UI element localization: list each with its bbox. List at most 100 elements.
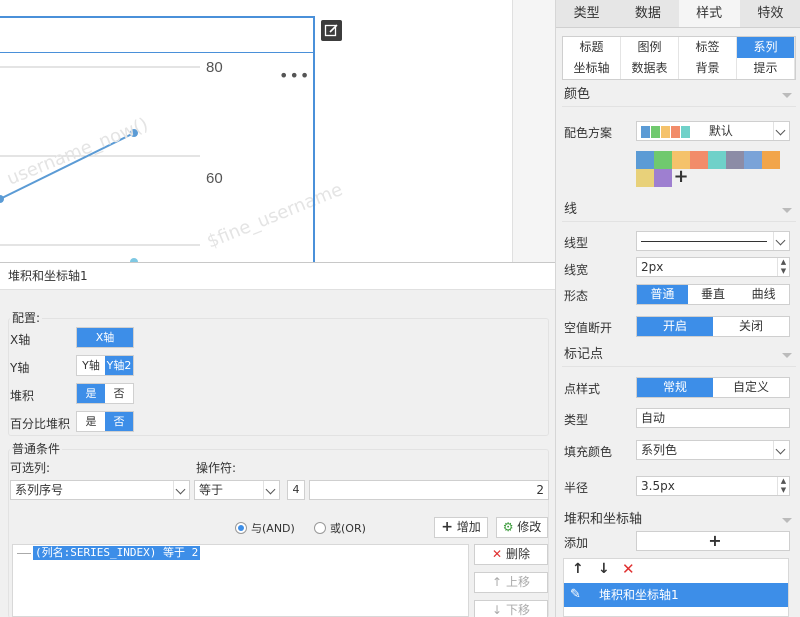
fill-color-value: 系列色 — [641, 443, 678, 457]
palette-color-swatch[interactable] — [762, 151, 780, 169]
marker-regular-option[interactable]: 常规 — [637, 378, 713, 397]
arrow-up-icon[interactable]: ↑ — [572, 561, 584, 577]
percent-yes-option[interactable]: 是 — [77, 412, 105, 431]
modify-condition-button[interactable]: ⚙ 修改 — [496, 517, 548, 538]
shape-vertical-option[interactable]: 垂直 — [688, 285, 739, 304]
subtab-title[interactable]: 标题 — [563, 37, 621, 58]
collapse-icon[interactable] — [782, 518, 792, 523]
collapse-icon[interactable] — [782, 353, 792, 358]
subtab-axis[interactable]: 坐标轴 — [563, 58, 621, 79]
marker-type-select[interactable]: 自动 — [636, 408, 790, 428]
chart-selection-frame[interactable] — [0, 16, 315, 262]
stack-yes-option[interactable]: 是 — [77, 384, 105, 403]
subtab-label[interactable]: 标签 — [679, 37, 737, 58]
subtab-legend[interactable]: 图例 — [621, 37, 679, 58]
pencil-icon[interactable]: ✎ — [570, 583, 581, 607]
marker-style-toggle: 常规 自定义 — [636, 377, 790, 398]
marker-custom-option[interactable]: 自定义 — [713, 378, 789, 397]
add-condition-button[interactable]: + 增加 — [434, 517, 488, 538]
plus-icon: + — [708, 531, 722, 550]
section-title: 线 — [564, 202, 578, 217]
line-width-value: 2px — [641, 260, 664, 274]
tab-data[interactable]: 数据 — [617, 0, 678, 27]
line-type-select[interactable] — [636, 231, 790, 251]
section-color-header[interactable]: 颜色 — [562, 84, 796, 106]
chevron-down-icon[interactable] — [773, 441, 789, 459]
radius-input[interactable]: 3.5px ▲ ▼ — [636, 476, 790, 496]
value-input[interactable]: 2 — [309, 480, 549, 500]
shape-curve-option[interactable]: 曲线 — [738, 285, 789, 304]
palette-color-swatch[interactable] — [636, 169, 654, 187]
palette-color-swatch[interactable] — [708, 151, 726, 169]
operator-value: 等于 — [199, 483, 224, 497]
collapse-icon[interactable] — [782, 93, 792, 98]
color-scheme-select[interactable]: 默认 — [636, 121, 790, 141]
section-line-header[interactable]: 线 — [562, 199, 796, 221]
operator-select[interactable]: 等于 — [194, 480, 280, 500]
subtab-background[interactable]: 背景 — [679, 58, 737, 79]
x-axis-option[interactable]: X轴 — [77, 328, 133, 347]
swatch-icon — [661, 125, 670, 138]
tree-line-icon — [17, 553, 31, 554]
chevron-down-icon[interactable] — [263, 481, 279, 499]
divider — [562, 221, 796, 222]
palette-color-swatch[interactable] — [654, 151, 672, 169]
chevron-down-icon[interactable] — [773, 122, 789, 140]
arrow-down-icon[interactable]: ↓ — [598, 561, 610, 577]
subtab-tooltip[interactable]: 提示 — [737, 58, 795, 79]
stepper-icon[interactable]: ▲ ▼ — [777, 477, 789, 495]
tab-style[interactable]: 样式 — [678, 0, 740, 27]
add-color-icon[interactable]: + — [672, 168, 690, 187]
fill-color-select[interactable]: 系列色 — [636, 440, 790, 460]
percent-stack-label: 百分比堆积 — [10, 417, 71, 431]
and-radio[interactable] — [235, 522, 247, 534]
move-up-label: 上移 — [505, 575, 530, 589]
chevron-down-icon[interactable] — [173, 481, 189, 499]
stack-axis-item[interactable]: ✎ 堆积和坐标轴1 — [564, 583, 788, 607]
move-up-button[interactable]: ↑ 上移 — [474, 572, 548, 593]
move-down-button[interactable]: ↓ 下移 — [474, 600, 548, 617]
condition-item[interactable]: (列名:SERIES_INDEX) 等于 2 — [33, 546, 201, 560]
y-axis2-option[interactable]: Y轴2 — [105, 356, 133, 375]
line-width-input[interactable]: 2px ▲ ▼ — [636, 257, 790, 277]
section-marker-header[interactable]: 标记点 — [562, 344, 796, 366]
arrow-down-icon: ↓ — [492, 603, 503, 617]
modify-icon: ⚙ — [502, 520, 514, 534]
y-axis-option[interactable]: Y轴 — [77, 356, 105, 375]
palette-color-swatch[interactable] — [744, 151, 762, 169]
swatch-icon — [651, 125, 660, 138]
subtab-series[interactable]: 系列 — [737, 37, 795, 58]
delete-condition-button[interactable]: ✕ 删除 — [474, 544, 548, 565]
percent-no-option[interactable]: 否 — [105, 412, 133, 431]
section-title: 标记点 — [564, 347, 604, 362]
shape-normal-option[interactable]: 普通 — [637, 285, 688, 304]
stepper-icon[interactable]: ▲ ▼ — [777, 258, 789, 276]
palette-color-swatch[interactable] — [726, 151, 744, 169]
value-type-button[interactable]: 4 — [287, 480, 305, 500]
stack-axis-item-label: 堆积和坐标轴1 — [599, 588, 679, 602]
edit-chart-button[interactable] — [321, 20, 342, 41]
tab-type[interactable]: 类型 — [556, 0, 617, 27]
section-title: 颜色 — [564, 87, 591, 102]
delete-icon[interactable]: ✕ — [622, 560, 635, 578]
add-stack-button[interactable]: + — [636, 531, 790, 551]
null-break-off-option[interactable]: 关闭 — [713, 317, 789, 336]
palette-color-swatch[interactable] — [636, 151, 654, 169]
divider — [562, 366, 796, 367]
section-stack-header[interactable]: 堆积和坐标轴 — [562, 509, 796, 531]
more-options-icon[interactable]: ••• — [279, 66, 310, 85]
palette-color-swatch[interactable] — [690, 151, 708, 169]
stack-label: 堆积 — [10, 389, 35, 403]
collapse-icon[interactable] — [782, 208, 792, 213]
divider — [562, 106, 796, 107]
palette-color-swatch[interactable] — [654, 169, 672, 187]
stack-no-option[interactable]: 否 — [105, 384, 133, 403]
null-break-on-option[interactable]: 开启 — [637, 317, 713, 336]
tab-effects[interactable]: 特效 — [740, 0, 800, 27]
chart-canvas[interactable]: 80 60 username_now() $fine_username ••• — [0, 0, 513, 262]
chevron-down-icon[interactable] — [773, 232, 789, 250]
style-subtabs: 标题 图例 标签 系列 坐标轴 数据表 背景 提示 — [562, 36, 796, 80]
column-select[interactable]: 系列序号 — [10, 480, 190, 500]
or-radio[interactable] — [314, 522, 326, 534]
subtab-datasheet[interactable]: 数据表 — [621, 58, 679, 79]
